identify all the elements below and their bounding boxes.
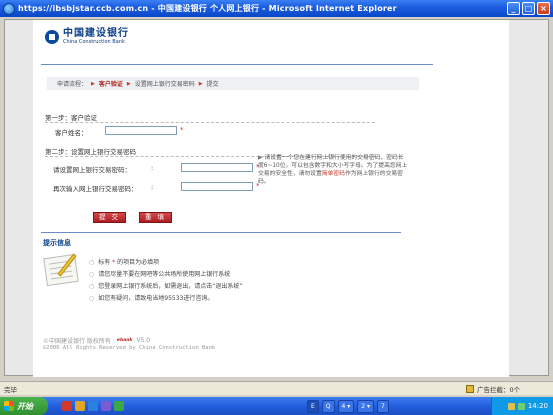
browser-viewport: 中国建设银行 China Construction Bank 申请流程： ▶ 客… [4, 19, 549, 377]
taskbar-button[interactable]: 7 [377, 399, 389, 413]
header-divider [41, 64, 433, 65]
ie-quick-launch-icon[interactable] [88, 401, 98, 411]
password-confirm-input[interactable] [181, 182, 253, 191]
breadcrumb-step-submit: 提交 [206, 81, 219, 88]
tip-item: ○ 如您有疑问，请致电当地95533进行咨询。 [89, 295, 214, 302]
customer-name-label: 客户姓名： [55, 129, 88, 137]
tray-icon[interactable] [507, 402, 515, 410]
taskbar-button[interactable]: Q [321, 399, 335, 413]
logo-cn-text: 中国建设银行 [63, 28, 129, 39]
tray-icon[interactable] [517, 402, 525, 410]
password-hint: ▶ 请设置一个您在建行网上银行使用的交易密码，密码长度6~10位，可以包含数字和大… [258, 154, 408, 186]
page-content: 中国建设银行 China Construction Bank 申请流程： ▶ 客… [33, 20, 509, 377]
footer-rights: ©2006 All Rights Reserved by China Const… [43, 345, 216, 351]
quick-launch-app-icon[interactable] [75, 401, 85, 411]
taskbar-button[interactable]: 4 ▾ [337, 399, 355, 413]
ccb-logo-icon [45, 29, 59, 44]
breadcrumb-arrow-icon: ▶ [126, 80, 131, 87]
password-label: 请设置网上银行交易密码： [53, 166, 131, 174]
window-titlebar: https://ibsbjstar.ccb.com.cn - 中国建设银行 个人… [0, 0, 553, 17]
status-text: 完毕 [4, 385, 17, 394]
breadcrumb: 申请流程： ▶ 客户验证 ▶ 设置网上银行交易密码 ▶ 提交 [47, 77, 419, 90]
hint-emphasis: 简单密码 [321, 171, 345, 177]
quick-launch [62, 401, 124, 411]
ebank-badge: ebank [116, 338, 133, 343]
tip-item: ○ 请您尽量不要在网吧等公共场所使用网上银行系统 [89, 271, 231, 278]
ie-icon [3, 2, 15, 15]
quick-launch-app-icon[interactable] [62, 401, 72, 411]
status-bar: 完毕 广告拦截：0个 [0, 381, 553, 395]
popup-blocker-text: 广告拦截：0个 [477, 385, 521, 394]
customer-name-input[interactable] [105, 126, 177, 135]
close-button[interactable]: × [537, 2, 550, 15]
quick-launch-app-icon[interactable] [114, 401, 124, 411]
popup-blocker[interactable]: 广告拦截：0个 [466, 384, 520, 394]
bullet-icon: ○ [89, 283, 95, 290]
logo-en-text: China Construction Bank [63, 39, 125, 45]
minimize-button[interactable]: _ [507, 2, 520, 15]
footer-copyright: ©中国建设银行 版权所有 ebank V5.0 [43, 337, 151, 345]
breadcrumb-step-verify: 客户验证 [98, 81, 123, 88]
ccb-logo: 中国建设银行 China Construction Bank [45, 28, 129, 45]
step1-divider [45, 122, 375, 123]
tips-title: 提示信息 [43, 239, 71, 247]
clock: 14:20 [527, 402, 548, 410]
tip-item: ○ 您登录网上银行系统后，如需退出，请点击“退出系统” [89, 283, 243, 290]
submit-button[interactable]: 提 交 [93, 212, 126, 223]
breadcrumb-step-password: 设置网上银行交易密码 [134, 81, 195, 88]
window-title: https://ibsbjstar.ccb.com.cn - 中国建设银行 个人… [18, 4, 397, 13]
taskbar-button[interactable]: 2 ▾ [357, 399, 375, 413]
tips-divider [41, 232, 401, 233]
tip-item: ○ 标有 * 的项目为必填项 [89, 259, 160, 266]
bullet-icon: ○ [89, 259, 95, 266]
breadcrumb-arrow-icon: ▶ [198, 80, 203, 87]
start-button[interactable]: 开始 [0, 397, 48, 415]
step1-title: 第一步：客户验证 [45, 114, 97, 122]
breadcrumb-label: 申请流程： [57, 81, 88, 88]
required-mark: * [180, 126, 184, 134]
taskbar-button[interactable]: E [307, 399, 319, 413]
popup-blocker-icon [466, 384, 474, 393]
password-input[interactable] [181, 163, 253, 172]
password-label-colon: : [151, 164, 154, 172]
clear-button[interactable]: 重 填 [139, 212, 172, 223]
breadcrumb-arrow-icon: ▶ [91, 80, 95, 87]
bullet-icon: ○ [89, 271, 95, 278]
password-confirm-label: 再次输入网上银行交易密码： [53, 185, 138, 193]
system-tray: 14:20 [491, 397, 553, 415]
hint-arrow-icon: ▶ [258, 155, 263, 161]
taskbar: 开始 E Q 4 ▾ 2 ▾ 7 14:20 [0, 397, 553, 415]
password-confirm-label-colon: : [151, 183, 154, 191]
version-label: V5.0 [136, 337, 151, 344]
maximize-button[interactable]: □ [522, 2, 535, 15]
quick-launch-app-icon[interactable] [101, 401, 111, 411]
windows-flag-icon [4, 401, 14, 411]
step2-title: 第二步：设置网上银行交易密码 [45, 148, 136, 156]
bullet-icon: ○ [89, 295, 95, 302]
